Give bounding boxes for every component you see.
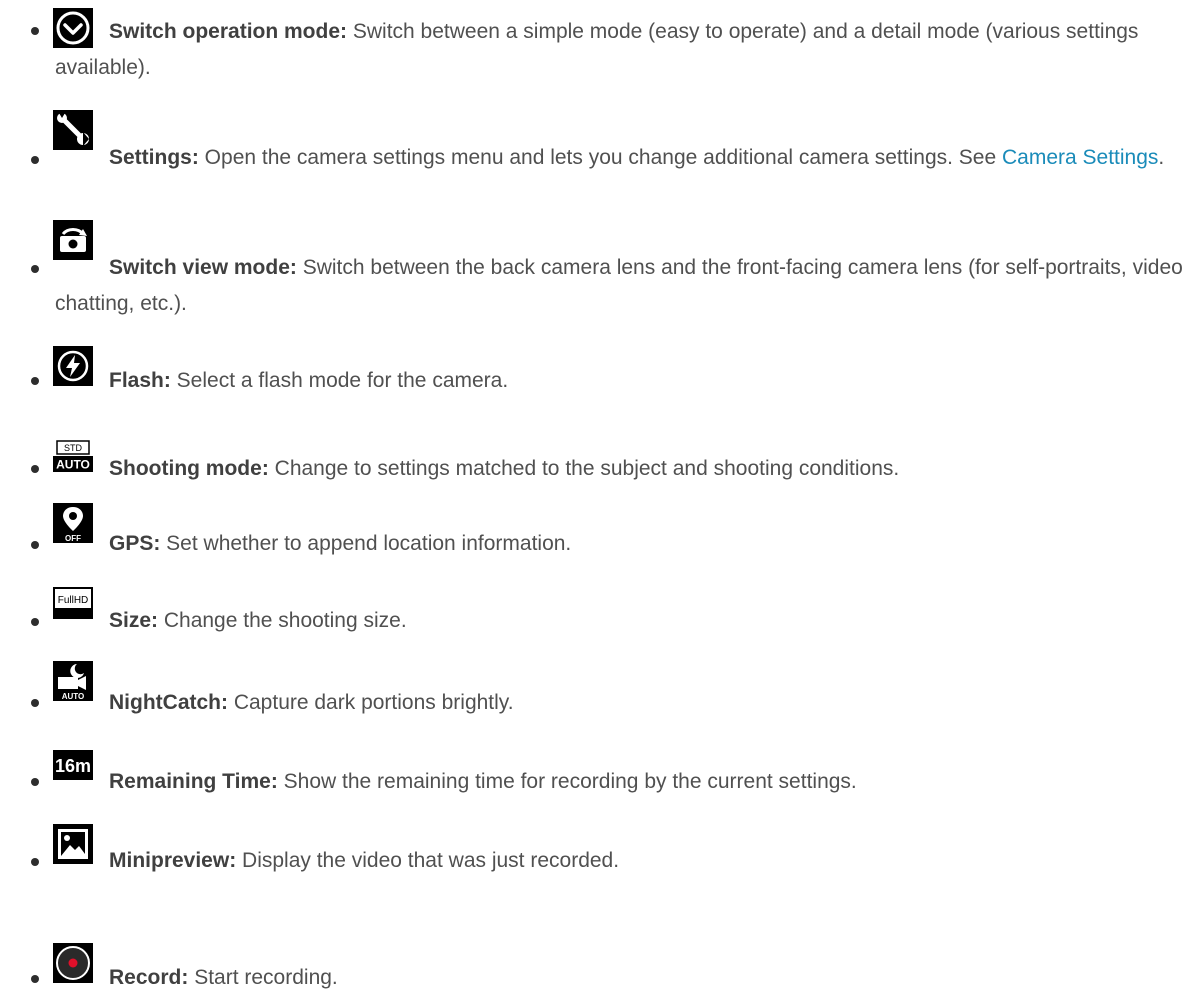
item-term: Settings: <box>109 146 199 169</box>
bullet <box>31 858 39 866</box>
item-desc: Show the remaining time for recording by… <box>277 770 857 793</box>
item-term: Switch operation mode: <box>109 20 348 43</box>
list-item: OFF GPS: Set whether to append location … <box>0 486 1190 558</box>
bullet <box>31 465 39 473</box>
item-text: Flash: Select a flash mode for the camer… <box>55 363 1184 399</box>
camera-settings-link[interactable]: Camera Settings <box>1002 146 1158 169</box>
bullet <box>31 27 39 35</box>
item-term: Switch view mode: <box>109 256 297 279</box>
list-item: STD AUTO Shooting mode: Change to setting… <box>0 406 1190 486</box>
bullet <box>31 618 39 626</box>
item-text: Minipreview: Display the video that was … <box>55 843 1184 879</box>
item-term: GPS: <box>109 532 161 555</box>
item-desc: Change to settings matched to the subjec… <box>268 457 900 480</box>
item-desc: Capture dark portions brightly. <box>228 691 514 714</box>
item-desc: Change the shooting size. <box>158 609 407 632</box>
item-text: Switch operation mode: Switch between a … <box>55 14 1184 86</box>
item-text: Record: Start recording. <box>55 960 1184 996</box>
bullet <box>31 699 39 707</box>
item-term: Flash: <box>109 369 171 392</box>
item-desc: Start recording. <box>188 966 338 989</box>
item-text: Remaining Time: Show the remaining time … <box>55 764 1184 800</box>
list-item: Minipreview: Display the video that was … <box>0 798 1190 878</box>
bullet <box>31 975 39 983</box>
bullet <box>31 156 39 164</box>
list-item: Settings: Open the camera settings menu … <box>0 110 1190 220</box>
list-item: Switch view mode: Switch between the bac… <box>0 220 1190 330</box>
item-desc: Set whether to append location informati… <box>160 532 572 555</box>
item-text: Size: Change the shooting size. <box>55 603 1184 639</box>
item-term: Remaining Time: <box>109 770 278 793</box>
bullet <box>31 778 39 786</box>
item-text: NightCatch: Capture dark portions bright… <box>55 685 1184 721</box>
item-term: Minipreview: <box>109 849 237 872</box>
list-item: 16m Remaining Time: Show the remaining t… <box>0 718 1190 798</box>
item-term: Shooting mode: <box>109 457 269 480</box>
bullet <box>31 377 39 385</box>
item-desc: Open the camera settings menu and lets y… <box>198 146 1002 169</box>
list-item: Switch operation mode: Switch between a … <box>0 0 1190 110</box>
bullet <box>31 265 39 273</box>
item-term: Record: <box>109 966 189 989</box>
item-text: Switch view mode: Switch between the bac… <box>55 250 1184 322</box>
bullet <box>31 541 39 549</box>
item-text: GPS: Set whether to append location info… <box>55 526 1184 562</box>
list-item: AUTO NightCatch: Capture dark portions b… <box>0 638 1190 718</box>
list-item: Record: Start recording. <box>0 878 1190 995</box>
item-text: Shooting mode: Change to settings matche… <box>55 451 1184 487</box>
list-item: FullHD Size: Change the shooting size. <box>0 558 1190 638</box>
item-term: NightCatch: <box>109 691 228 714</box>
list-item: Flash: Select a flash mode for the camer… <box>0 330 1190 406</box>
item-term: Size: <box>109 609 159 632</box>
item-desc-after: . <box>1158 146 1165 169</box>
item-desc: Display the video that was just recorded… <box>236 849 620 872</box>
item-desc: Select a flash mode for the camera. <box>170 369 509 392</box>
item-text: Settings: Open the camera settings menu … <box>55 140 1184 176</box>
